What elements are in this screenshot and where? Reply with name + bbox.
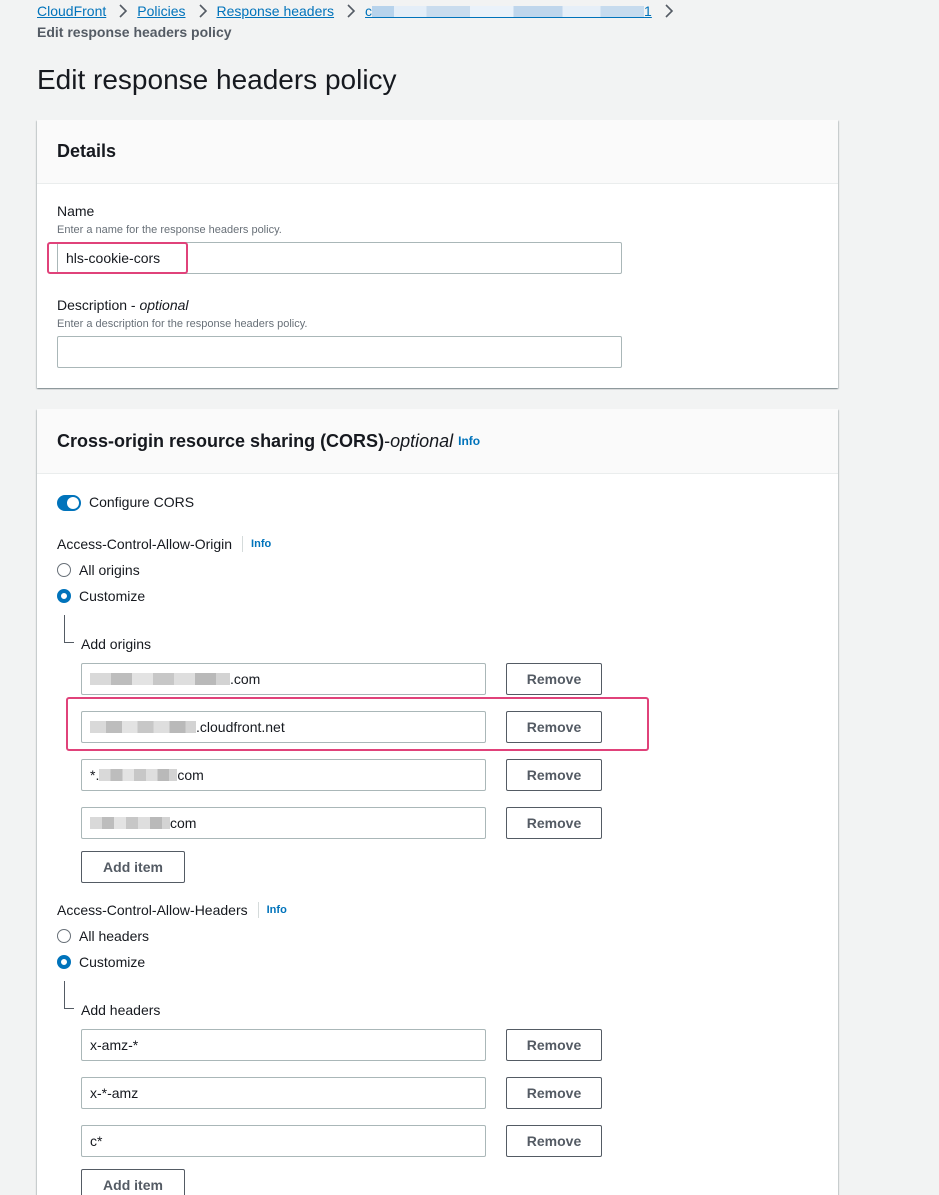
radio-button[interactable] (57, 929, 71, 943)
redacted-text (90, 817, 170, 829)
breadcrumb-policy-name-start: c (365, 3, 373, 19)
radio-all-headers-label: All headers (79, 928, 150, 944)
description-help: Enter a description for the response hea… (57, 318, 308, 330)
origin-input-1[interactable]: .com (81, 663, 486, 695)
origin-input-3-suffix: com (177, 767, 204, 783)
breadcrumb: CloudFront Policies Response headers c 1 (37, 1, 683, 21)
tree-connector (64, 981, 74, 1009)
optional-text: optional (139, 297, 189, 313)
redacted-text (372, 6, 645, 18)
configure-cors-label: Configure CORS (89, 494, 195, 510)
allow-headers-label-text: Access-Control-Allow-Headers (57, 902, 248, 918)
divider (257, 902, 259, 918)
highlight-annotation (47, 242, 188, 274)
radio-customize-origins[interactable]: Customize (57, 588, 145, 604)
radio-all-origins-label: All origins (79, 562, 140, 578)
description-label-text: Description - (57, 297, 140, 313)
origin-input-4[interactable]: com (81, 807, 486, 839)
allow-headers-info-link[interactable]: Info (267, 904, 287, 916)
remove-header-button-2[interactable]: Remove (506, 1077, 602, 1109)
remove-origin-button-1[interactable]: Remove (506, 663, 602, 695)
add-origin-button[interactable]: Add item (81, 851, 185, 883)
remove-origin-button-4[interactable]: Remove (506, 807, 602, 839)
redacted-text (90, 673, 230, 685)
origin-input-1-suffix: .com (230, 671, 261, 687)
origin-input-3-prefix: *. (90, 767, 100, 783)
tree-connector (64, 615, 74, 643)
name-description: Enter a name for the response headers po… (57, 224, 282, 236)
origin-input-4-suffix: com (170, 815, 197, 831)
details-title: Details (57, 141, 117, 161)
allow-headers-label: Access-Control-Allow-Headers Info (57, 902, 287, 918)
remove-origin-button-3[interactable]: Remove (506, 759, 602, 791)
breadcrumb-policies[interactable]: Policies (137, 3, 185, 19)
highlight-annotation (66, 697, 649, 751)
breadcrumb-response-headers[interactable]: Response headers (217, 3, 335, 19)
radio-all-headers[interactable]: All headers (57, 928, 149, 944)
radio-button[interactable] (57, 563, 71, 577)
chevron-right-icon (198, 4, 207, 18)
radio-customize-headers[interactable]: Customize (57, 954, 145, 970)
details-header: Details (37, 120, 838, 184)
breadcrumb-policy-name-end: 1 (644, 3, 652, 19)
breadcrumb-cloudfront[interactable]: CloudFront (37, 3, 106, 19)
chevron-right-icon (347, 4, 356, 18)
divider (242, 536, 244, 552)
radio-button-checked[interactable] (57, 589, 71, 603)
allow-origin-label: Access-Control-Allow-Origin Info (57, 536, 271, 552)
radio-all-origins[interactable]: All origins (57, 562, 140, 578)
page-title: Edit response headers policy (37, 64, 397, 95)
description-label: Description - optional (57, 297, 189, 313)
remove-header-button-3[interactable]: Remove (506, 1125, 602, 1157)
allow-origin-info-link[interactable]: Info (251, 538, 271, 550)
remove-header-button-1[interactable]: Remove (506, 1029, 602, 1061)
cors-title-optional: optional (390, 430, 454, 451)
breadcrumb-current: Edit response headers policy (37, 24, 232, 40)
add-origins-label: Add origins (81, 636, 152, 652)
cors-title: Cross-origin resource sharing (CORS) (57, 430, 385, 451)
add-headers-label: Add headers (81, 1002, 161, 1018)
radio-customize-headers-label: Customize (79, 954, 146, 970)
cors-info-link[interactable]: Info (458, 434, 480, 448)
redacted-text (99, 769, 178, 781)
name-label: Name (57, 203, 95, 219)
allow-origin-label-text: Access-Control-Allow-Origin (57, 536, 233, 552)
description-input[interactable] (57, 336, 622, 368)
chevron-right-icon (119, 4, 128, 18)
cors-header: Cross-origin resource sharing (CORS) - o… (37, 409, 838, 474)
configure-cors-toggle[interactable] (57, 495, 81, 511)
radio-customize-origins-label: Customize (79, 588, 146, 604)
details-panel: Details Name Enter a name for the respon… (37, 120, 838, 388)
header-input-1[interactable]: x-amz-* (81, 1029, 486, 1061)
header-input-2[interactable]: x-*-amz (81, 1077, 486, 1109)
origin-input-3[interactable]: *. com (81, 759, 486, 791)
header-input-3[interactable]: c* (81, 1125, 486, 1157)
chevron-right-icon (665, 4, 673, 18)
add-header-button[interactable]: Add item (81, 1169, 185, 1195)
breadcrumb-policy-name[interactable]: c 1 (365, 3, 652, 19)
radio-button-checked[interactable] (57, 955, 71, 969)
cors-panel: Cross-origin resource sharing (CORS) - o… (37, 409, 838, 1195)
